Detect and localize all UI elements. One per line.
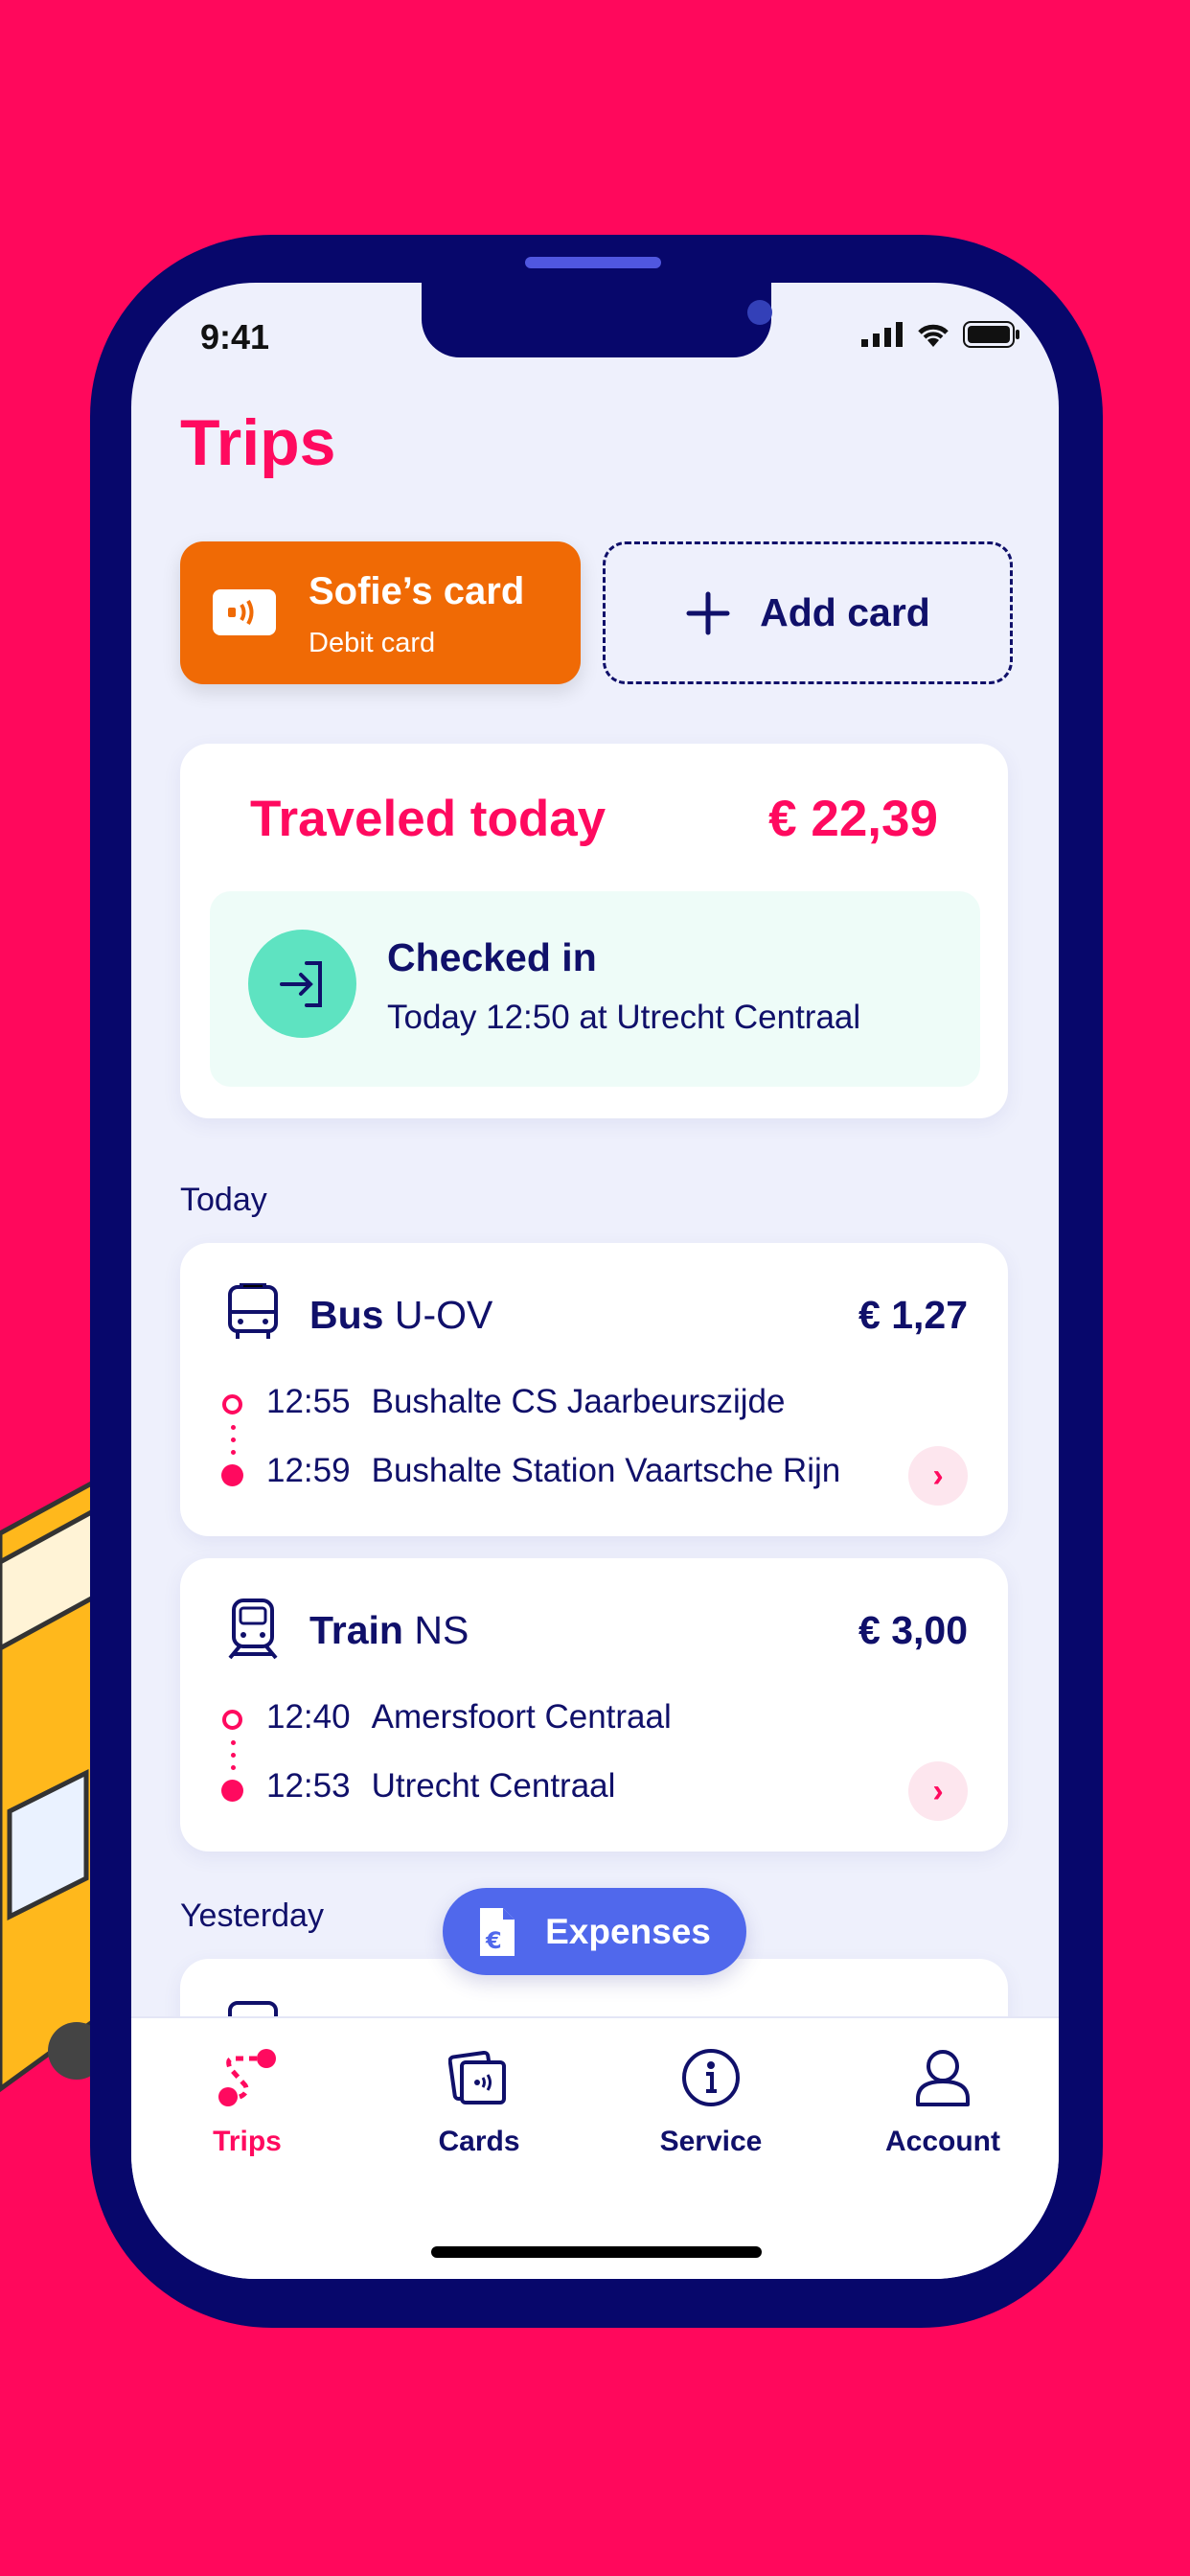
origin-stop: Bushalte CS Jaarbeurszijde [371, 1383, 786, 1420]
plus-icon [686, 591, 730, 634]
tab-label: Trips [213, 2126, 282, 2157]
trip-card[interactable]: Train NS € 3,00 12:40 Amersfoort Centraal… [180, 1558, 1008, 1852]
trip-mode: Bus U-OV [309, 1293, 492, 1338]
checkin-title: Checked in [387, 935, 597, 979]
tab-label: Account [885, 2126, 1000, 2157]
trip-card[interactable]: Bus U-OV € 1,27 12:55 Bushalte CS Jaarbeu… [180, 1243, 1008, 1536]
cards-icon [448, 2050, 506, 2104]
section-today: Today [180, 1182, 267, 1218]
card-sofie[interactable]: Sofie’s card Debit card [180, 541, 581, 684]
origin-time: 12:55 [266, 1383, 351, 1420]
user-icon [916, 2050, 970, 2106]
trip-origin: 12:40 Amersfoort Centraal [266, 1698, 693, 1736]
expenses-label: Expenses [545, 1911, 711, 1951]
card-type: Debit card [309, 628, 436, 658]
traveled-today-card: Traveled today € 22,39 Checked in Today … [180, 744, 1008, 1118]
destination-dot [221, 1464, 243, 1486]
tab-service[interactable]: Service [595, 2047, 827, 2158]
svg-text:€: € [485, 1927, 502, 1954]
trips-icon [218, 2049, 276, 2106]
tab-trips[interactable]: Trips [131, 2047, 363, 2158]
chevron-right-icon[interactable]: › [908, 1761, 968, 1821]
speaker [525, 257, 661, 268]
section-yesterday: Yesterday [180, 1898, 324, 1934]
notch [422, 283, 772, 357]
tab-label: Service [659, 2126, 763, 2157]
page-title: Trips [180, 406, 336, 479]
destination-dot [221, 1780, 243, 1802]
train-icon [228, 1598, 278, 1660]
status-icons [861, 321, 1020, 348]
tab-label: Cards [438, 2126, 520, 2157]
trip-price: € 1,27 [858, 1293, 968, 1337]
route-dot [231, 1740, 236, 1745]
traveled-label: Traveled today [250, 791, 606, 847]
chevron-right-icon[interactable]: › [908, 1446, 968, 1506]
euro-document-icon: € [480, 1907, 515, 1956]
origin-dot [222, 1394, 242, 1414]
checkin-icon [248, 930, 356, 1038]
card-name: Sofie’s card [309, 570, 525, 612]
checkin-status[interactable]: Checked in Today 12:50 at Utrecht Centra… [210, 891, 980, 1087]
contactless-card-icon [213, 589, 276, 635]
signal-icon [861, 322, 903, 347]
checkin-detail: Today 12:50 at Utrecht Centraal [387, 999, 861, 1036]
route-dot [231, 1438, 236, 1442]
camera [747, 300, 772, 325]
trip-origin: 12:55 Bushalte CS Jaarbeurszijde [266, 1383, 807, 1421]
tab-cards[interactable]: Cards [363, 2047, 595, 2158]
route-dot [231, 1425, 236, 1430]
traveled-amount: € 22,39 [768, 791, 938, 847]
home-indicator[interactable] [431, 2246, 762, 2258]
origin-dot [222, 1710, 242, 1730]
route-dot [231, 1450, 236, 1455]
trip-mode: Train NS [309, 1608, 469, 1653]
origin-stop: Amersfoort Centraal [371, 1698, 672, 1736]
bus-icon [228, 1283, 278, 1339]
add-card-button[interactable]: Add card [603, 541, 1013, 684]
origin-time: 12:40 [266, 1698, 351, 1736]
wifi-icon [918, 324, 949, 347]
tab-account[interactable]: Account [827, 2047, 1059, 2158]
trip-destination: 12:53 Utrecht Centraal [266, 1767, 636, 1806]
route-dot [231, 1765, 236, 1770]
info-icon [682, 2049, 740, 2106]
add-card-label: Add card [760, 590, 930, 634]
battery-icon [963, 321, 1019, 348]
destination-stop: Utrecht Centraal [371, 1767, 616, 1805]
route-dot [231, 1753, 236, 1758]
trip-mode-name: Train [309, 1608, 403, 1652]
trip-destination: 12:59 Bushalte Station Vaartsche Rijn [266, 1452, 861, 1490]
tab-bar: Trips Cards Service Account [131, 2016, 1059, 2279]
status-time: 9:41 [200, 317, 270, 356]
destination-time: 12:53 [266, 1767, 351, 1805]
destination-stop: Bushalte Station Vaartsche Rijn [371, 1452, 841, 1489]
expenses-button[interactable]: € Expenses [443, 1888, 746, 1975]
destination-time: 12:59 [266, 1452, 351, 1489]
trip-operator: NS [414, 1608, 469, 1652]
trip-price: € 3,00 [858, 1608, 968, 1652]
app-screen: 9:41 Trips Sofie’s card Debit card Add c… [131, 283, 1059, 2279]
trip-mode-name: Bus [309, 1293, 384, 1337]
trip-operator: U-OV [394, 1293, 493, 1337]
